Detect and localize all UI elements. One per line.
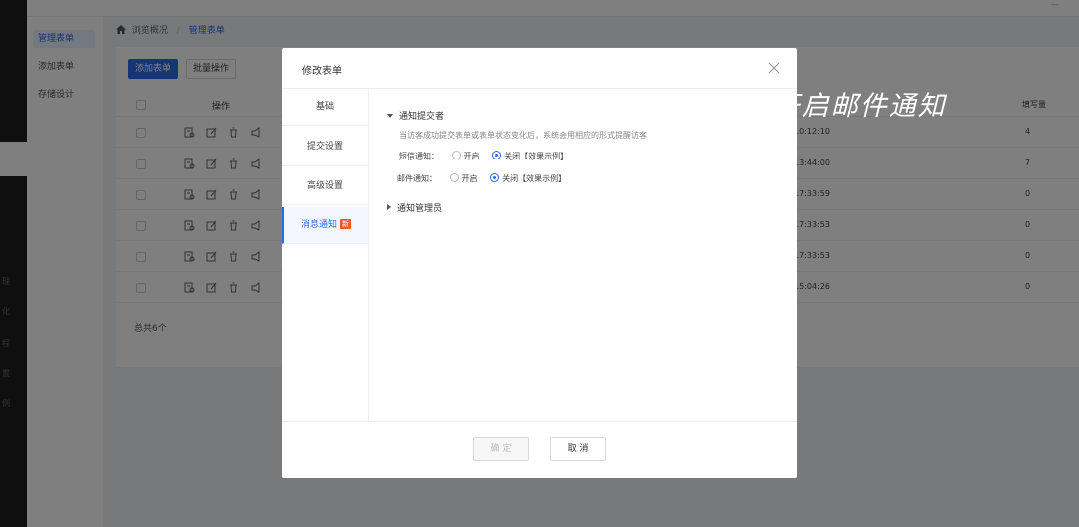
mail-off-label[interactable]: 关闭【效果示例】 [502,174,566,183]
section-title: 通知管理员 [397,204,443,214]
confirm-button[interactable]: 确 定 [473,437,529,461]
caret-down-icon [387,114,393,118]
arrow-icon [591,137,662,183]
step-annotation: 第一步： 开启邮件通知 [646,91,947,122]
mail-off-radio[interactable] [490,173,500,182]
section-notify-submitter[interactable]: 通知提交者 [387,109,444,122]
dialog-tabs: 基础 提交设置 高级设置 消息通知新 [282,89,369,421]
close-icon[interactable] [768,62,780,74]
dialog-title: 修改表单 [302,66,342,77]
app-window: 理 化 程 置 例 — 管理表单 添加表单 存储设计 浏览概况 / 管理表单 添… [0,0,1079,527]
mail-on-label[interactable]: 开启 [462,174,478,183]
mail-notify-highlight: 邮件通知： 开启 关闭【效果示例】 [387,165,574,192]
section-notify-admin[interactable]: 通知管理员 [387,201,442,214]
divider [282,421,797,422]
mail-notify-label: 邮件通知： [397,174,437,183]
tab-submit-settings[interactable]: 提交设置 [282,129,368,166]
cancel-button[interactable]: 取 消 [550,437,606,461]
caret-right-icon [387,204,391,210]
section-title: 通知提交者 [399,112,445,122]
tab-basic[interactable]: 基础 [282,89,368,126]
dialog-body: 通知提交者 当访客成功提交表单或表单状态变化后，系统会用相应的形式提醒访客 短信… [369,89,797,421]
tab-notifications[interactable]: 消息通知新 [282,207,368,244]
new-badge: 新 [340,219,351,229]
mail-on-radio[interactable] [449,173,459,182]
tab-advanced-settings[interactable]: 高级设置 [282,168,368,205]
tab-notifications-label: 消息通知 [300,220,337,230]
mail-notify-row: 邮件通知： 开启 关闭【效果示例】 [397,173,566,184]
